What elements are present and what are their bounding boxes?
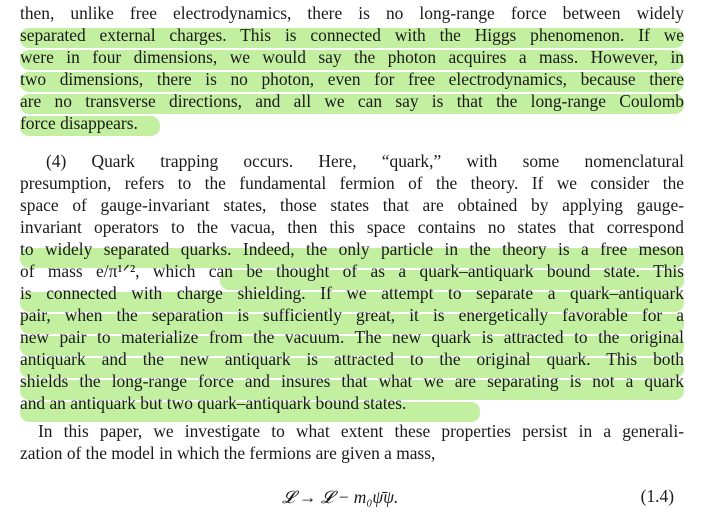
text-line: are no transverse directions, and all we… <box>20 91 684 111</box>
equation-number: (1.4) <box>640 486 674 506</box>
text-line: shields the long-range force and insures… <box>20 371 684 391</box>
text-line: of mass e/π¹ᐟ², which can be thought of … <box>20 261 684 281</box>
text-line: were in four dimensions, we would say th… <box>20 47 684 67</box>
text-line: invariant operators to the vacua, then t… <box>20 217 684 237</box>
text-line: zation of the model in which the fermion… <box>20 443 436 463</box>
text-line: separated external charges. This is conn… <box>20 25 684 45</box>
text-line: In this paper, we investigate to what ex… <box>38 421 684 441</box>
text-line: new pair to materialize from the vacuum.… <box>20 327 684 347</box>
text-line: (4) Quark trapping occurs. Here, “quark,… <box>46 151 684 171</box>
text-line: pair, when the separation is sufficientl… <box>20 305 684 325</box>
text-line: presumption, refers to the fundamental f… <box>20 173 684 193</box>
text-line: then, unlike free electrodynamics, there… <box>20 3 684 23</box>
text-line: antiquark and the new antiquark is attra… <box>20 349 684 369</box>
text-line: to widely separated quarks. Indeed, the … <box>20 239 684 259</box>
equation: 𝓛 → 𝓛 − m₀ψ̄ψ. <box>282 487 399 507</box>
text-line: two dimensions, there is no photon, even… <box>20 69 684 89</box>
text-line: force disappears. <box>20 113 138 133</box>
text-line: space of gauge-invariant states, those s… <box>20 195 684 215</box>
text-line: is connected with charge shielding. If w… <box>20 283 684 303</box>
text-line: and an antiquark but two quark–antiquark… <box>20 393 407 413</box>
